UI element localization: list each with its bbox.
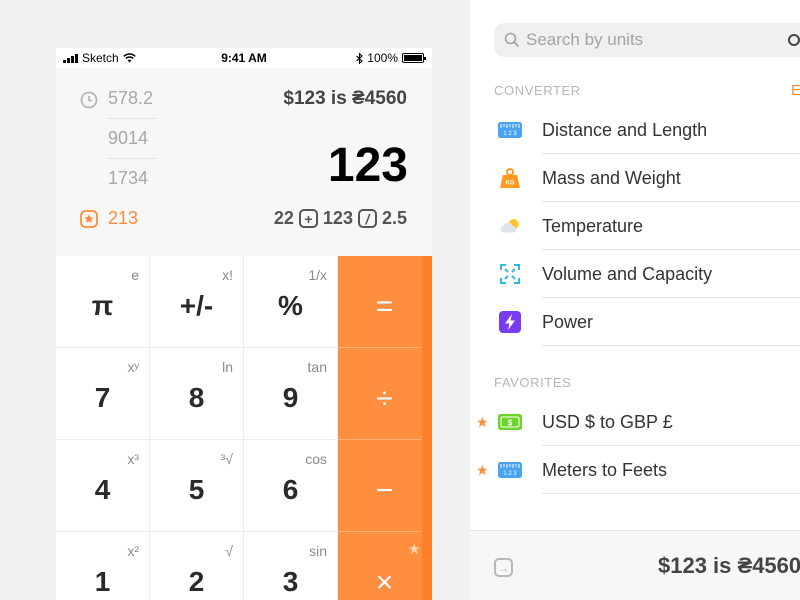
key-7[interactable]: xʸ 7 <box>56 348 150 440</box>
converter-panel: CONVERTER E 1 2 3 Distance and Length KG… <box>470 0 800 600</box>
edit-button[interactable]: E <box>791 82 800 99</box>
memory-value[interactable]: 2.5 <box>382 208 407 229</box>
key-percent[interactable]: 1/x% <box>244 256 338 348</box>
key-minus[interactable]: − <box>338 440 432 532</box>
conversion-result[interactable]: $123 is ₴4560 <box>283 88 407 110</box>
conversion-footer: → $123 is ₴4560 <box>470 530 800 600</box>
key-pi[interactable]: eπ <box>56 256 150 348</box>
favorites-section-title: FAVORITES <box>494 375 572 390</box>
memory-value[interactable]: 123 <box>323 208 353 229</box>
history-clock-icon[interactable] <box>80 91 98 109</box>
arrow-right-icon[interactable]: → <box>494 558 513 577</box>
favorite-value[interactable]: 213 <box>108 208 138 229</box>
converter-item-power[interactable]: Power <box>470 298 800 346</box>
key-1[interactable]: x² 1 <box>56 532 150 600</box>
weather-icon <box>498 216 522 236</box>
svg-text:1 2 3: 1 2 3 <box>503 471 517 477</box>
key-multiply[interactable]: ★ × <box>338 532 432 600</box>
ruler-icon: 1 2 3 <box>498 120 522 140</box>
key-4[interactable]: x³ 4 <box>56 440 150 532</box>
star-icon: ★ <box>476 462 489 478</box>
search-input[interactable] <box>526 30 766 50</box>
favorite-star-icon[interactable] <box>80 210 98 228</box>
bolt-icon <box>498 311 522 333</box>
operator-column-edge <box>422 256 432 600</box>
converter-item-distance[interactable]: 1 2 3 Distance and Length <box>470 106 800 154</box>
bluetooth-icon <box>356 52 364 64</box>
history-item[interactable]: 9014 <box>108 128 148 149</box>
history-item[interactable]: 578.2 <box>108 88 153 109</box>
key-5[interactable]: ³√ 5 <box>150 440 244 532</box>
search-icon <box>504 32 520 48</box>
key-6[interactable]: cos 6 <box>244 440 338 532</box>
calculator-display: 578.2 9014 1734 213 $123 is ₴4560 123 22… <box>56 68 432 256</box>
ruler-icon: 1 2 3 <box>498 460 522 480</box>
favorite-item-usd-gbp[interactable]: ★ $ USD $ to GBP £ <box>470 398 800 446</box>
history-item[interactable]: 1734 <box>108 168 148 189</box>
converter-section-title: CONVERTER <box>494 83 581 98</box>
memory-row: 22 + 123 / 2.5 <box>274 208 407 229</box>
key-9[interactable]: tan 9 <box>244 348 338 440</box>
history-divider <box>108 158 156 159</box>
battery-percent: 100% <box>367 51 398 65</box>
star-icon: ★ <box>407 541 421 558</box>
clear-icon[interactable] <box>788 34 800 46</box>
key-8[interactable]: ln 8 <box>150 348 244 440</box>
status-bar: Sketch 9:41 AM 100% <box>56 48 432 68</box>
svg-text:1 2 3: 1 2 3 <box>503 131 517 137</box>
weight-icon: KG <box>498 168 522 188</box>
key-2[interactable]: √ 2 <box>150 532 244 600</box>
converter-item-temperature[interactable]: Temperature <box>470 202 800 250</box>
key-3[interactable]: sin 3 <box>244 532 338 600</box>
converter-item-mass[interactable]: KG Mass and Weight <box>470 154 800 202</box>
converter-item-volume[interactable]: Volume and Capacity <box>470 250 800 298</box>
divide-icon: / <box>357 209 377 228</box>
svg-text:$: $ <box>508 419 513 428</box>
memory-value[interactable]: 22 <box>274 208 294 229</box>
star-icon: ★ <box>476 414 489 430</box>
key-negate[interactable]: x! +/- <box>150 256 244 348</box>
key-equals[interactable]: = <box>338 256 432 348</box>
favorite-item-meters-feet[interactable]: ★ 1 2 3 Meters to Feets <box>470 446 800 494</box>
volume-icon <box>498 264 522 284</box>
current-value: 123 <box>327 139 408 192</box>
battery-icon <box>402 53 426 63</box>
plus-icon: + <box>298 209 318 228</box>
svg-text:KG: KG <box>506 181 515 187</box>
key-divide[interactable]: ÷ <box>338 348 432 440</box>
search-bar[interactable] <box>494 23 800 57</box>
money-icon: $ <box>498 412 522 432</box>
calculator-phone: Sketch 9:41 AM 100% 578.2 9014 1734 213 … <box>56 48 432 600</box>
history-divider <box>108 118 156 119</box>
footer-conversion-result[interactable]: $123 is ₴4560 <box>658 553 800 579</box>
